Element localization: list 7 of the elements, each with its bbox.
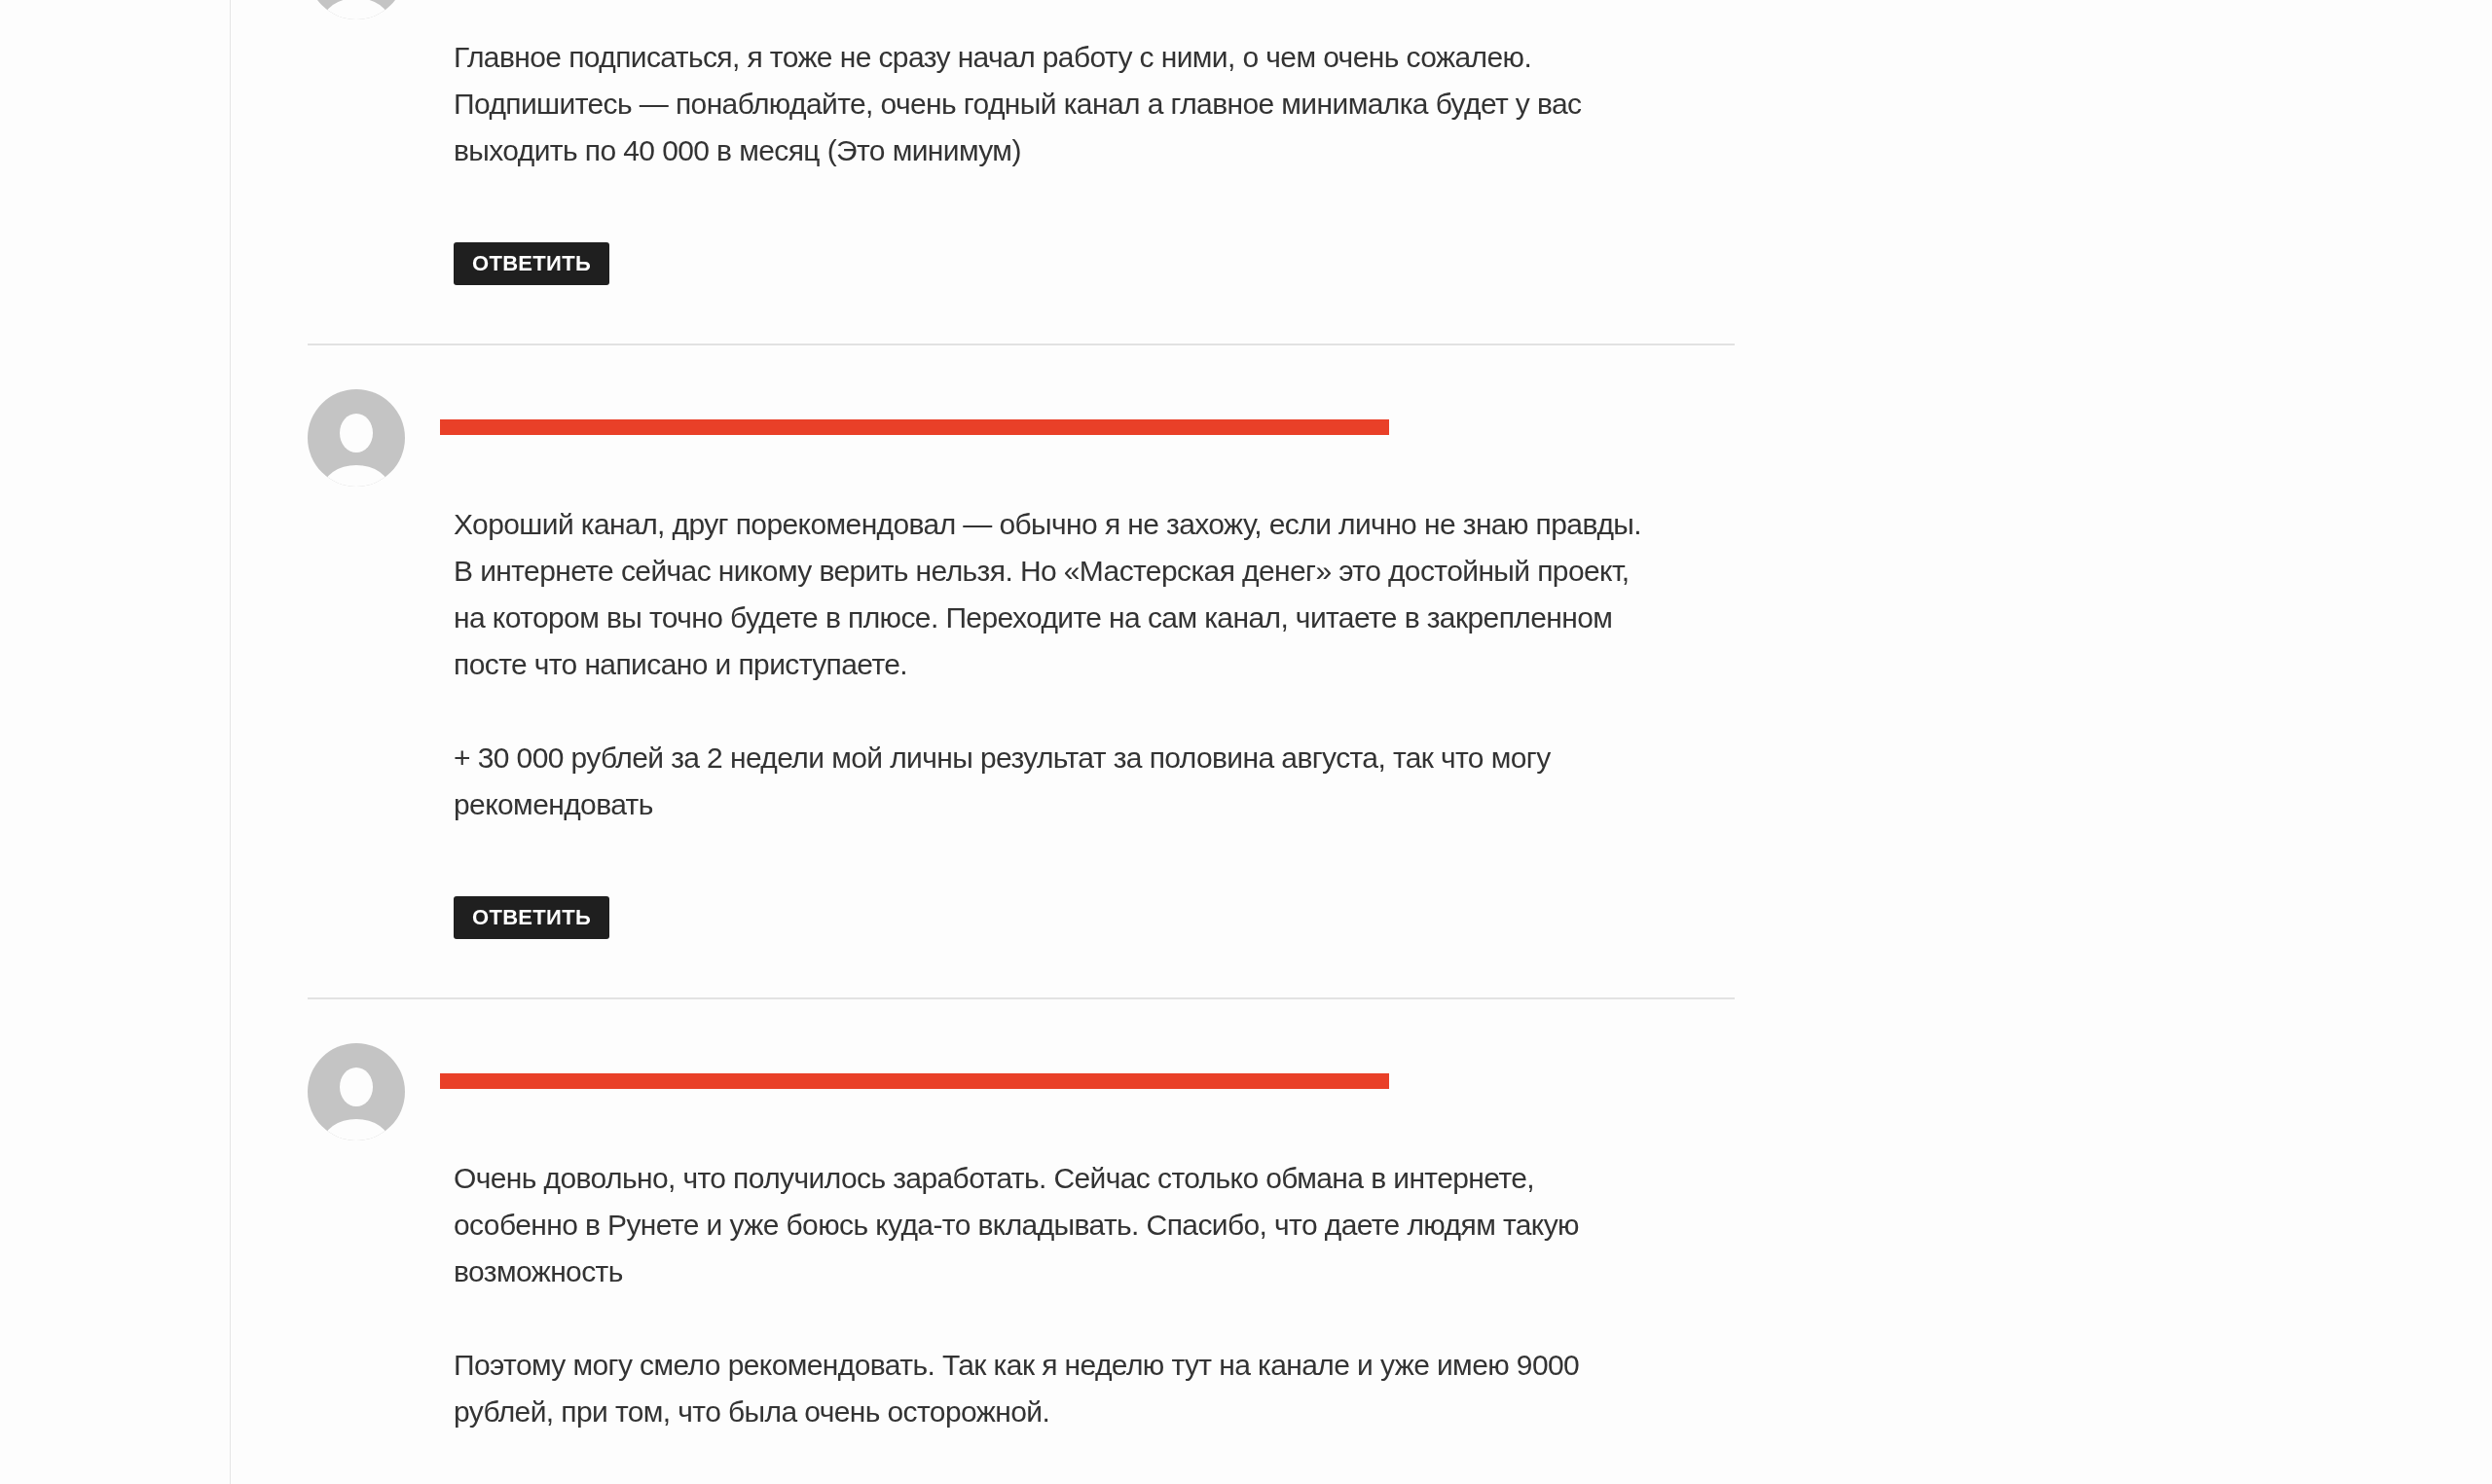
comment-text: Поэтому могу смело рекомендовать. Так как я неделю тут на канале и уже имею 9000 рублей, при том, что была очень осторожной. xyxy=(454,1348,1581,1430)
reply-button[interactable]: ОТВЕТИТЬ xyxy=(454,896,609,939)
comment-text: Очень довольно, что получилось заработать. Сейчас столько обмана в интернете, особенно в Рунете и уже боюсь куда-то вкладывать. Спасибо, что даете людям такую возможность xyxy=(454,1161,1580,1289)
reply-button[interactable]: ОТВЕТИТЬ xyxy=(454,242,609,285)
comment-text: + 30 000 рублей за 2 недели мой личны результат за половина августа, так что могу рекомендовать xyxy=(454,741,1552,822)
comment-text: Главное подписаться, я тоже не сразу начал работу с ними, о чем очень сожалею. Подпишитесь — понаблюдайте, очень годный канал а главное минималка будет у вас выходить по 40 000 в месяц (Это минимум) xyxy=(454,40,1583,168)
comment-text: Хороший канал, друг порекомендовал — обычно я не захожу, если лично не знаю правды. В интернете сейчас никому верить нельзя. Но «Мастерская денег» это достойный проект, на котором вы точно будете в плюсе. Переходите на сам канал, читаете в закрепленном посте что написано и приступаете. xyxy=(454,507,1642,682)
